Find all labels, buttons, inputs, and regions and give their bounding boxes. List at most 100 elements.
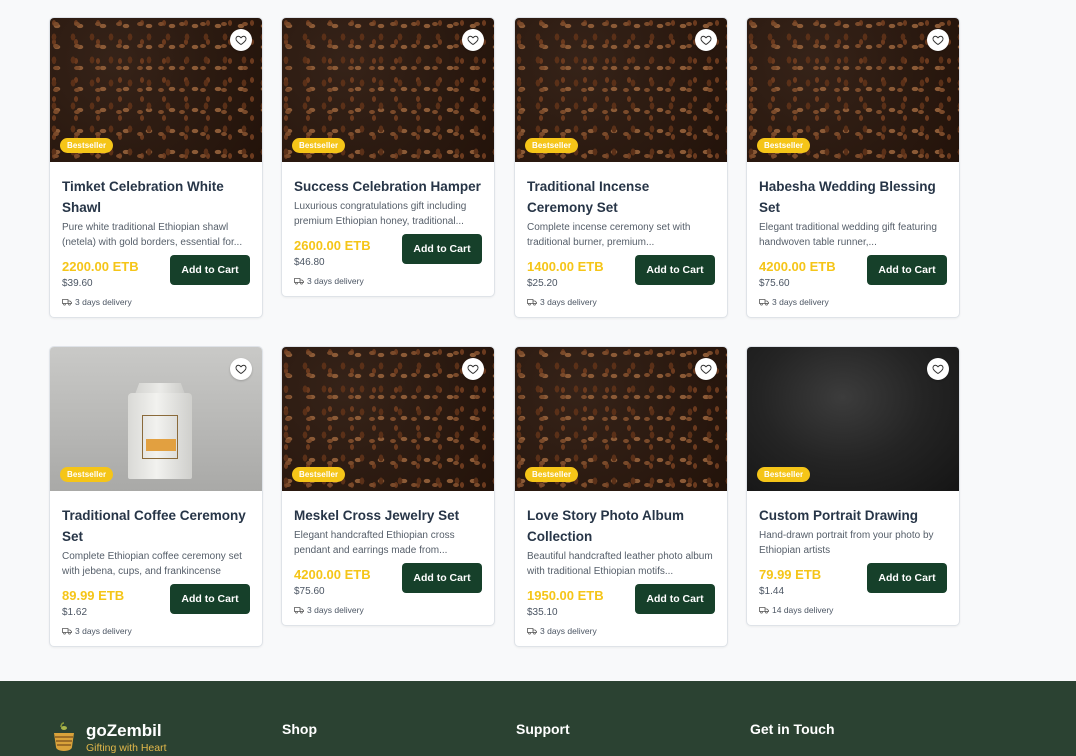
product-description: Pure white traditional Ethiopian shawl (… xyxy=(62,222,243,248)
product-description: Complete Ethiopian coffee ceremony set w… xyxy=(62,551,242,577)
price-usd: $75.60 xyxy=(759,278,790,289)
product-card[interactable]: Bestseller Habesha Wedding Blessing Set … xyxy=(746,17,960,318)
bestseller-badge: Bestseller xyxy=(60,467,114,482)
delivery-info: 3 days delivery xyxy=(62,297,250,307)
add-to-cart-button[interactable]: Add to Cart xyxy=(635,255,715,285)
truck-icon xyxy=(527,628,537,635)
heart-icon[interactable] xyxy=(695,358,717,380)
bestseller-badge: Bestseller xyxy=(525,138,579,153)
heart-icon[interactable] xyxy=(462,358,484,380)
brand-name: goZembil xyxy=(86,721,162,740)
delivery-info: 3 days delivery xyxy=(527,626,715,636)
delivery-text: 3 days delivery xyxy=(307,276,364,286)
bestseller-badge: Bestseller xyxy=(292,138,346,153)
product-card[interactable]: Bestseller Meskel Cross Jewelry Set Eleg… xyxy=(281,346,495,626)
price-etb: 1950.00 ETB xyxy=(527,588,604,603)
product-description: Complete incense ceremony set with tradi… xyxy=(527,222,691,248)
heart-icon[interactable] xyxy=(695,29,717,51)
product-image[interactable]: Bestseller xyxy=(282,347,494,491)
bestseller-badge: Bestseller xyxy=(60,138,114,153)
heart-icon[interactable] xyxy=(927,358,949,380)
price-etb: 79.99 ETB xyxy=(759,567,822,582)
bestseller-badge: Bestseller xyxy=(292,467,346,482)
delivery-info: 3 days delivery xyxy=(294,276,482,286)
delivery-text: 3 days delivery xyxy=(75,297,132,307)
heart-icon[interactable] xyxy=(230,358,252,380)
delivery-info: 3 days delivery xyxy=(527,297,715,307)
heart-icon[interactable] xyxy=(230,29,252,51)
heart-icon[interactable] xyxy=(462,29,484,51)
bestseller-badge: Bestseller xyxy=(757,138,811,153)
product-title[interactable]: Traditional Incense Ceremony Set xyxy=(527,176,715,218)
product-card[interactable]: Bestseller Traditional Coffee Ceremony S… xyxy=(49,346,263,647)
product-image[interactable]: Bestseller xyxy=(50,347,262,491)
add-to-cart-button[interactable]: Add to Cart xyxy=(402,234,482,264)
coffee-bag-illustration xyxy=(128,383,192,479)
basket-logo-icon xyxy=(54,722,74,751)
product-image[interactable]: Bestseller xyxy=(515,18,727,162)
bestseller-badge: Bestseller xyxy=(525,467,579,482)
product-card[interactable]: Bestseller Timket Celebration White Shaw… xyxy=(49,17,263,318)
product-image[interactable]: Bestseller xyxy=(747,18,959,162)
price-etb: 2600.00 ETB xyxy=(294,238,371,253)
price-etb: 4200.00 ETB xyxy=(759,259,836,274)
delivery-text: 14 days delivery xyxy=(772,605,834,615)
delivery-text: 3 days delivery xyxy=(75,626,132,636)
delivery-info: 3 days delivery xyxy=(62,626,250,636)
product-description: Elegant traditional wedding gift featuri… xyxy=(759,222,937,248)
site-footer: goZembil Gifting with Heart Shop Support… xyxy=(0,681,1076,756)
product-title[interactable]: Traditional Coffee Ceremony Set xyxy=(62,505,250,547)
product-card[interactable]: Bestseller Traditional Incense Ceremony … xyxy=(514,17,728,318)
product-description: Elegant handcrafted Ethiopian cross pend… xyxy=(294,530,455,556)
product-description: Luxurious congratulations gift including… xyxy=(294,201,467,227)
add-to-cart-button[interactable]: Add to Cart xyxy=(867,563,947,593)
product-image[interactable]: Bestseller xyxy=(515,347,727,491)
product-description: Beautiful handcrafted leather photo albu… xyxy=(527,551,713,577)
product-title[interactable]: Love Story Photo Album Collection xyxy=(527,505,715,547)
delivery-text: 3 days delivery xyxy=(540,297,597,307)
delivery-text: 3 days delivery xyxy=(772,297,829,307)
product-title[interactable]: Meskel Cross Jewelry Set xyxy=(294,505,482,526)
product-title[interactable]: Habesha Wedding Blessing Set xyxy=(759,176,947,218)
product-image[interactable]: Bestseller xyxy=(50,18,262,162)
footer-brand[interactable]: goZembil Gifting with Heart xyxy=(52,721,167,755)
product-card[interactable]: Bestseller Success Celebration Hamper Lu… xyxy=(281,17,495,297)
price-usd: $25.20 xyxy=(527,278,558,289)
add-to-cart-button[interactable]: Add to Cart xyxy=(867,255,947,285)
bestseller-badge: Bestseller xyxy=(757,467,811,482)
truck-icon xyxy=(294,607,304,614)
add-to-cart-button[interactable]: Add to Cart xyxy=(170,584,250,614)
footer-heading-support: Support xyxy=(516,721,570,737)
product-image[interactable]: Bestseller xyxy=(747,347,959,491)
product-card[interactable]: Bestseller Love Story Photo Album Collec… xyxy=(514,346,728,647)
product-title[interactable]: Custom Portrait Drawing xyxy=(759,505,947,526)
delivery-info: 3 days delivery xyxy=(294,605,482,615)
product-image[interactable]: Bestseller xyxy=(282,18,494,162)
truck-icon xyxy=(527,299,537,306)
price-usd: $39.60 xyxy=(62,278,93,289)
add-to-cart-button[interactable]: Add to Cart xyxy=(635,584,715,614)
product-title[interactable]: Timket Celebration White Shawl xyxy=(62,176,250,218)
brand-tagline: Gifting with Heart xyxy=(86,742,167,754)
price-etb: 4200.00 ETB xyxy=(294,567,371,582)
footer-heading-shop: Shop xyxy=(282,721,317,737)
truck-icon xyxy=(294,278,304,285)
delivery-info: 14 days delivery xyxy=(759,605,947,615)
price-etb: 1400.00 ETB xyxy=(527,259,604,274)
add-to-cart-button[interactable]: Add to Cart xyxy=(402,563,482,593)
heart-icon[interactable] xyxy=(927,29,949,51)
price-usd: $1.62 xyxy=(62,607,88,618)
price-usd: $1.44 xyxy=(759,586,785,597)
add-to-cart-button[interactable]: Add to Cart xyxy=(170,255,250,285)
price-etb: 2200.00 ETB xyxy=(62,259,139,274)
truck-icon xyxy=(759,607,769,614)
delivery-text: 3 days delivery xyxy=(540,626,597,636)
price-usd: $75.60 xyxy=(294,586,325,597)
product-card[interactable]: Bestseller Custom Portrait Drawing Hand-… xyxy=(746,346,960,626)
delivery-text: 3 days delivery xyxy=(307,605,364,615)
price-usd: $35.10 xyxy=(527,607,558,618)
product-description: Hand-drawn portrait from your photo by E… xyxy=(759,530,934,556)
footer-heading-contact: Get in Touch xyxy=(750,721,835,737)
truck-icon xyxy=(759,299,769,306)
product-title[interactable]: Success Celebration Hamper xyxy=(294,176,482,197)
